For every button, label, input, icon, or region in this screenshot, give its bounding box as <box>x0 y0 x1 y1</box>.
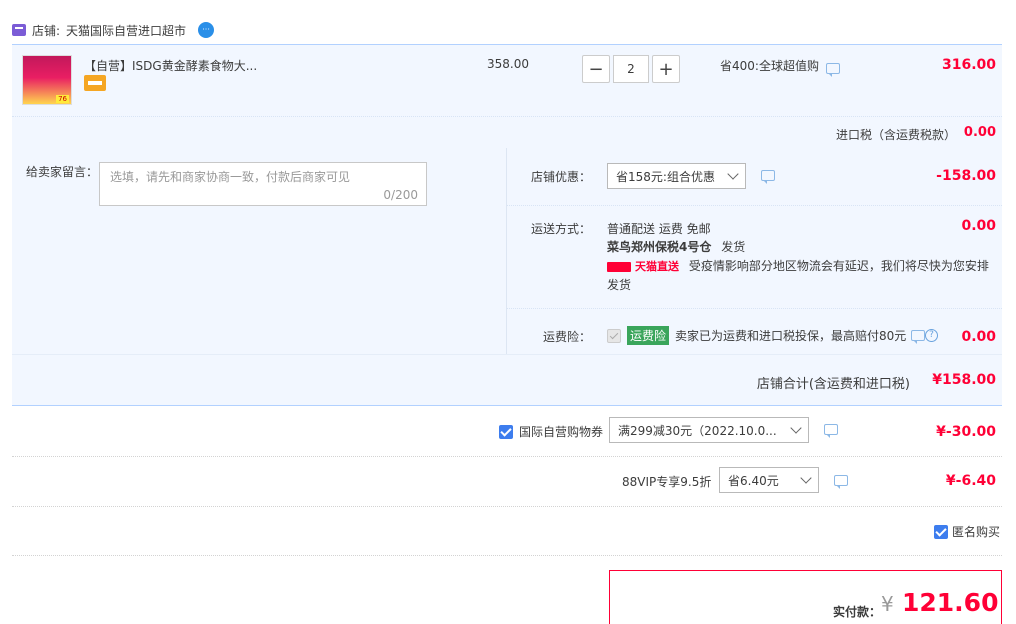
chevron-down-icon <box>790 422 802 434</box>
insurance-tag: 运费险 <box>627 326 670 345</box>
quantity-input[interactable]: 2 <box>613 55 649 83</box>
insurance-value: 0.00 <box>961 329 996 345</box>
shop-discount-value: -158.00 <box>936 168 996 184</box>
coupon-checkbox[interactable] <box>499 424 513 439</box>
shop-total-value: ¥158.00 <box>932 372 996 388</box>
anonymous-checkbox[interactable] <box>934 524 948 539</box>
shop-discount-label: 店铺优惠： <box>531 170 592 184</box>
import-tax-value: 0.00 <box>963 125 996 140</box>
thumb-badge: 76 <box>56 95 69 103</box>
shipping-value: 0.00 <box>961 218 996 234</box>
insurance-label: 运费险： <box>543 330 592 344</box>
final-amount: 121.60 <box>902 588 999 617</box>
shipping-notice: 天猫直送 受疫情影响部分地区物流会有延迟，我们将尽快为您安排 发货 <box>607 257 992 294</box>
vip-selected: 省6.40元 <box>728 473 779 488</box>
insurance-row: 运费险 卖家已为运费和进口税投保，最高赔付80元 <box>607 326 906 345</box>
vip-value: ¥-6.40 <box>945 473 996 489</box>
shipping-label: 运送方式： <box>531 222 592 236</box>
memo-textarea[interactable]: 选填，请先和商家协商一致，付款后商家可见 0/200 <box>99 162 427 206</box>
divider <box>12 116 1002 117</box>
divider <box>507 308 1002 309</box>
insurance-text: 卖家已为运费和进口税投保，最高赔付80元 <box>675 329 907 343</box>
message-icon[interactable] <box>911 330 925 344</box>
quantity-stepper: − 2 + <box>582 55 680 83</box>
import-tax-label: 进口税（含运费税款） <box>836 128 957 142</box>
coupon-label: 国际自营购物券 <box>519 425 604 439</box>
divider <box>507 205 1002 206</box>
increase-button[interactable]: + <box>652 55 680 83</box>
vip-select[interactable]: 省6.40元 <box>719 467 819 493</box>
coupon-select[interactable]: 满299减30元（2022.10.0... <box>609 417 809 443</box>
shop-discount-selected: 省158元:组合优惠 <box>616 169 715 184</box>
item-title-link[interactable]: 【自营】ISDG黄金酵素食物大... <box>84 57 257 74</box>
divider <box>12 555 1002 556</box>
item-promo: 省400:全球超值购 <box>720 59 819 73</box>
chevron-down-icon <box>727 168 739 180</box>
memo-char-count: 0/200 <box>383 188 418 202</box>
divider <box>12 506 1002 507</box>
message-icon[interactable] <box>826 63 840 77</box>
help-icon[interactable]: ? <box>925 329 938 342</box>
shop-label: 店铺: <box>32 23 61 38</box>
insurance-checkbox <box>607 328 621 343</box>
anonymous-row: 匿名购买 <box>934 523 1000 540</box>
shipping-method: 普通配送 运费 免邮 <box>607 222 711 236</box>
shipping-origin: 菜鸟郑州保税4号仓 发货 <box>607 238 745 255</box>
message-icon[interactable] <box>824 424 838 438</box>
shipping-notice-text: 受疫情影响部分地区物流会有延迟，我们将尽快为您安排 <box>688 259 989 273</box>
message-icon[interactable] <box>834 475 848 489</box>
coupon-row: 国际自营购物券 <box>499 423 603 440</box>
item-subtotal: 316.00 <box>941 57 996 73</box>
final-label: 实付款： <box>833 605 882 619</box>
shop-total-label: 店铺合计(含运费和进口税) <box>756 377 910 392</box>
product-thumbnail[interactable]: 76 <box>22 55 72 105</box>
credit-card-icon <box>84 75 106 91</box>
final-currency: ¥ <box>881 592 894 616</box>
tmall-direct-tag: 天猫直送 <box>635 260 679 273</box>
memo-placeholder: 选填，请先和商家协商一致，付款后商家可见 <box>110 170 351 184</box>
shop-discount-select[interactable]: 省158元:组合优惠 <box>607 163 746 189</box>
memo-label: 给卖家留言： <box>26 165 99 179</box>
message-icon[interactable] <box>761 170 775 184</box>
divider <box>12 456 1002 457</box>
unit-price: 358.00 <box>487 57 529 71</box>
shipping-notice-text-2: 发货 <box>607 278 632 292</box>
anonymous-label: 匿名购买 <box>952 525 1001 539</box>
ship-word: 发货 <box>721 240 746 254</box>
coupon-value: ¥-30.00 <box>936 424 996 440</box>
shop-header: 店铺: 天猫国际自营进口超市 ··· <box>12 18 215 42</box>
decrease-button[interactable]: − <box>582 55 610 83</box>
coupon-selected: 满299减30元（2022.10.0... <box>618 423 777 438</box>
tmall-logo-icon <box>607 261 631 272</box>
vip-label: 88VIP专享9.5折 <box>622 475 712 489</box>
warehouse-name: 菜鸟郑州保税4号仓 <box>607 240 712 254</box>
chevron-down-icon <box>800 472 812 484</box>
chat-icon[interactable]: ··· <box>198 22 215 38</box>
shop-name-link[interactable]: 天猫国际自营进口超市 <box>66 22 186 39</box>
shop-icon <box>12 24 26 36</box>
